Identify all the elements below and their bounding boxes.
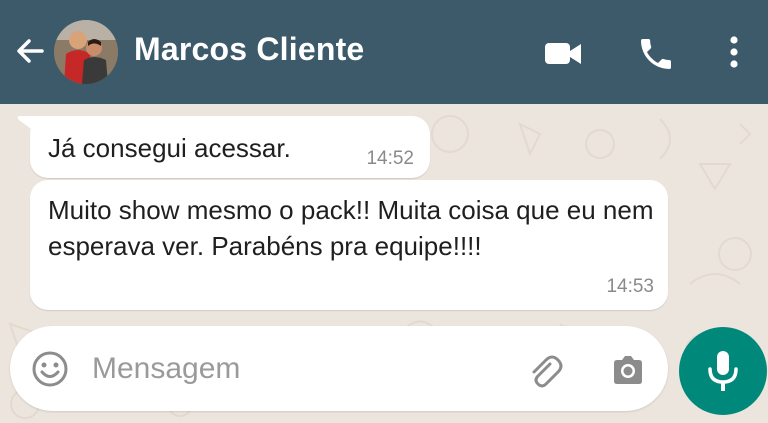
video-call-icon[interactable]	[543, 34, 583, 74]
message-input[interactable]: Mensagem	[92, 352, 240, 386]
more-vert-icon[interactable]	[724, 34, 764, 74]
contact-name[interactable]: Marcos Cliente	[134, 31, 364, 68]
back-arrow-icon[interactable]	[12, 33, 48, 69]
mic-icon	[708, 351, 738, 391]
message-bubble-1[interactable]: Já consegui acessar. 14:52	[17, 116, 430, 178]
phone-call-icon[interactable]	[636, 34, 676, 74]
avatar[interactable]	[54, 20, 118, 84]
emoji-icon[interactable]	[30, 349, 70, 389]
message-text: Já consegui acessar.	[48, 133, 291, 163]
message-bubble-2[interactable]: Muito show mesmo o pack!! Muita coisa qu…	[30, 180, 668, 310]
message-text: Muito show mesmo o pack!! Muita coisa qu…	[48, 195, 654, 261]
chat-header: Marcos Cliente	[0, 0, 768, 104]
message-composer: Mensagem	[10, 326, 668, 411]
voice-record-button[interactable]	[679, 327, 767, 415]
attach-icon[interactable]	[524, 350, 564, 390]
camera-icon[interactable]	[608, 350, 648, 390]
message-time: 14:52	[366, 148, 414, 169]
bubble-tail	[17, 116, 46, 140]
message-time: 14:53	[606, 276, 654, 297]
